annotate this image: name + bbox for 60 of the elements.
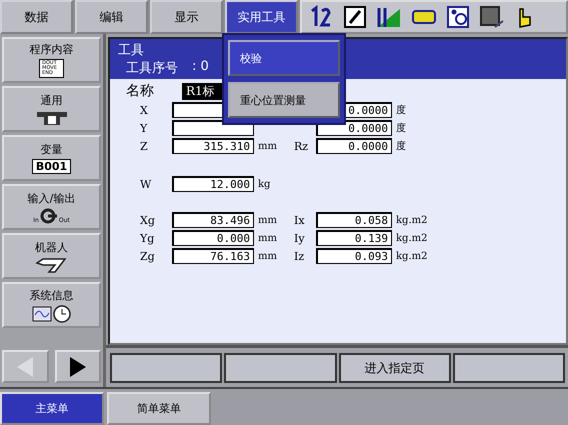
unit-label: kg.m2 [395,214,428,226]
function-button[interactable]: 进入指定页 [338,353,451,383]
unit-label: kg.m2 [395,232,428,244]
menu-tab[interactable]: 数据 [0,0,73,34]
panel-title: 工具 [118,42,144,59]
name-label: 名称 [125,82,155,100]
person-frame-icon[interactable] [446,5,470,29]
value-field[interactable]: 315.310 [172,138,254,154]
field-label: Z [139,140,149,152]
menu-button[interactable]: 变量 B001 [2,135,101,181]
unit-label: mm [257,232,278,244]
value-field[interactable]: 0.093 [316,248,392,264]
unit-label: 度 [395,122,407,135]
menu-tab[interactable]: 主菜单 [0,392,104,425]
menu-item[interactable]: 重心位置测量 [228,82,340,118]
menu-tab[interactable]: 简单菜单 [107,392,211,425]
value-field[interactable]: 0.139 [316,230,392,246]
value-field[interactable]: 83.496 [172,212,254,228]
menu-tab[interactable]: 显示 [150,0,223,34]
field-label: Rz [294,140,310,152]
unit-label: 度 [395,104,407,117]
menu-button[interactable]: 通用 [2,86,101,132]
field-label: Iz [294,250,306,262]
menu-tab[interactable]: 实用工具 [225,0,298,34]
variable-label: B001 [32,159,72,174]
unit-label: kg.m2 [395,250,428,262]
unit-label: mm [257,250,278,262]
menu-button[interactable]: 机器人 [2,233,101,279]
value-field[interactable]: 0.058 [316,212,392,228]
signal-bars-icon[interactable] [376,5,402,29]
window-icon[interactable] [479,5,505,29]
field-label: X [139,104,149,116]
unit-label: mm [257,214,278,226]
menu-item[interactable]: 校验 [228,40,340,76]
pencil-sheet-icon[interactable] [343,5,367,29]
wave-clock-icon [32,304,72,322]
field-label: Yg [138,232,156,244]
field-label: Zg [139,250,156,262]
field-label: Y [138,122,148,134]
menu-button[interactable]: 系统信息 [2,282,101,328]
value-field[interactable]: 12.000 [172,176,254,192]
value-field[interactable]: 0.000 [172,230,254,246]
value-field[interactable]: 76.163 [172,248,254,264]
unit-label: 度 [395,140,407,153]
field-label: Xg [139,214,156,226]
function-button[interactable] [224,353,336,383]
value-field[interactable]: 0.0000 [316,138,392,154]
robot-arm-icon [34,256,68,272]
function-button[interactable] [110,353,222,383]
tool-number-value: : 0 [192,59,209,76]
tool-number-label: 工具序号 [126,60,178,77]
field-label: Iy [294,232,306,244]
unit-label: kg [257,178,272,190]
field-label: W [139,178,152,190]
function-button[interactable] [452,353,565,383]
unit-label: mm [257,140,278,152]
menu-tab[interactable]: 编辑 [75,0,148,34]
gripper-icon [36,110,68,126]
field-label: Ix [294,214,306,226]
next-button[interactable] [54,350,101,383]
